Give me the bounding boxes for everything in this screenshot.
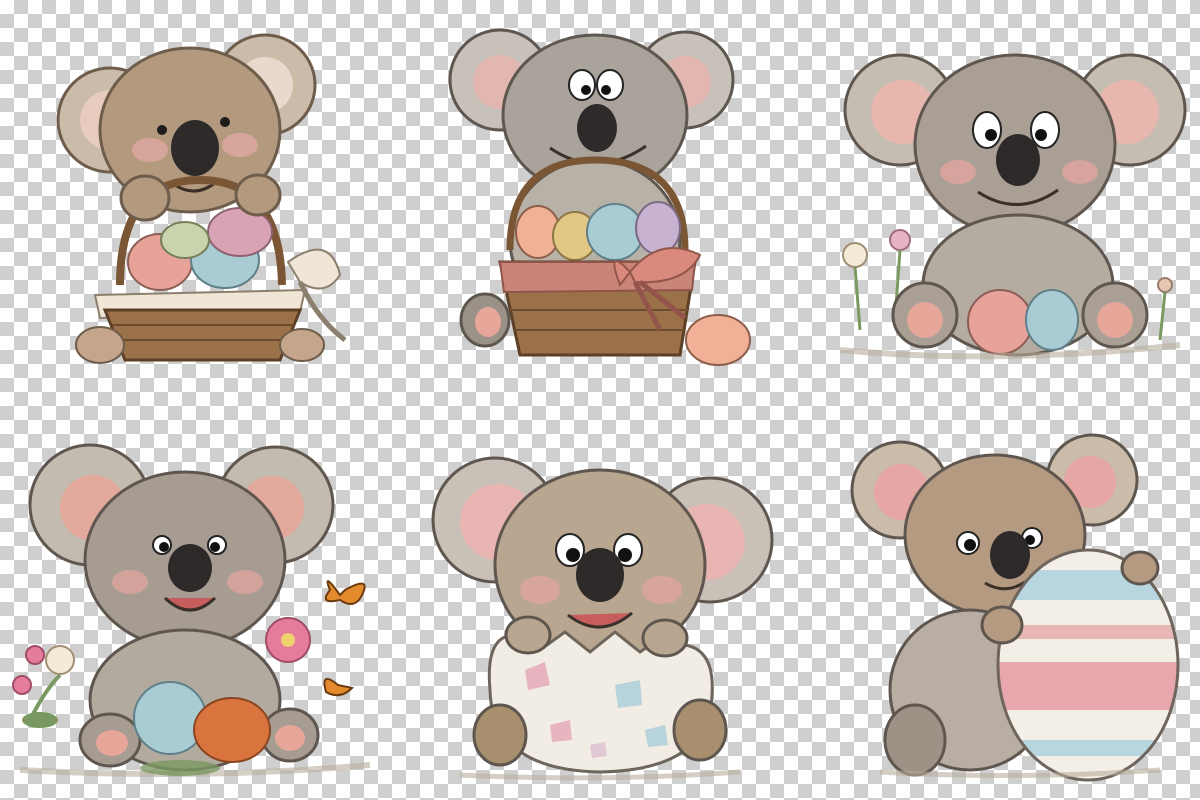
koala-striped-egg-icon xyxy=(850,433,1180,782)
koala-eggs-icon xyxy=(839,53,1187,360)
sticker-grid xyxy=(0,0,1200,800)
koala-basket-coral-bow xyxy=(400,0,800,400)
koala-basket-icon xyxy=(56,33,347,364)
koala-egg-shell-icon xyxy=(431,456,774,781)
koala-basket-cream-bow xyxy=(0,0,400,400)
koala-hatching-egg xyxy=(400,400,800,800)
koala-striped-egg xyxy=(800,400,1200,800)
koala-butterfly-icon xyxy=(12,443,371,777)
koala-eggs-butterflies xyxy=(0,400,400,800)
koala-basket-icon xyxy=(448,28,751,366)
koala-eggs-flowers xyxy=(800,0,1200,400)
